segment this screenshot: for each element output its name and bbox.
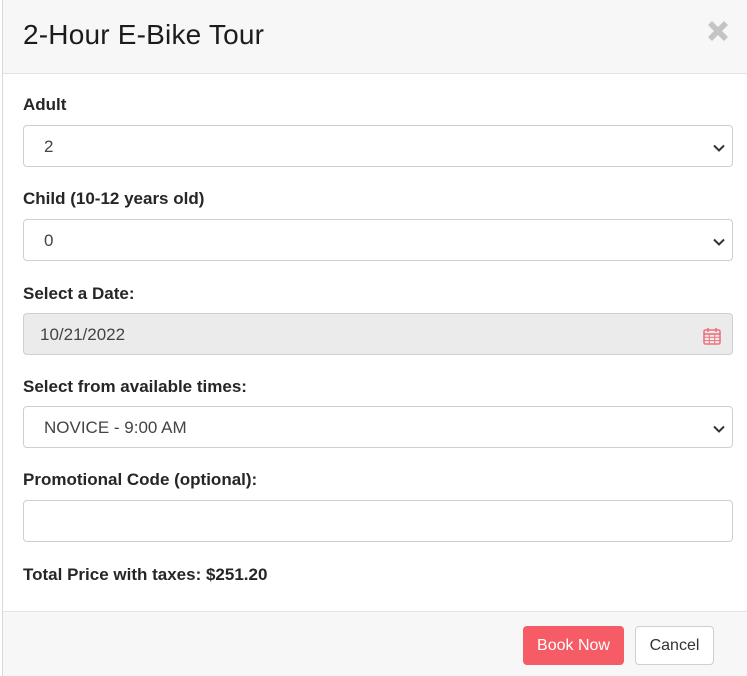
chevron-down-icon: [713, 238, 725, 246]
child-label: Child (10-12 years old): [23, 189, 205, 208]
chevron-down-icon: [713, 144, 725, 152]
date-field[interactable]: 10/21/2022: [23, 313, 733, 355]
close-icon: [708, 21, 728, 41]
close-button[interactable]: [703, 16, 733, 46]
adult-label: Adult: [23, 95, 67, 114]
date-label: Select a Date:: [23, 284, 135, 303]
promo-code-input[interactable]: [23, 500, 733, 542]
date-field-value: 10/21/2022: [40, 325, 126, 344]
time-select[interactable]: NOVICE - 9:00 AM: [23, 406, 733, 448]
total-price: Total Price with taxes: $251.20: [23, 565, 268, 584]
time-label: Select from available times:: [23, 377, 247, 396]
promo-label: Promotional Code (optional):: [23, 470, 258, 489]
child-select-value: 0: [44, 231, 54, 250]
child-select[interactable]: 0: [23, 219, 733, 261]
book-now-button[interactable]: Book Now: [523, 626, 624, 665]
chevron-down-icon: [713, 425, 725, 433]
adult-select[interactable]: 2: [23, 125, 733, 167]
booking-modal: 2-Hour E-Bike Tour Adult 2 Child (10-12 …: [2, 0, 747, 676]
modal-footer: Book Now Cancel: [3, 611, 747, 676]
modal-header: 2-Hour E-Bike Tour: [3, 0, 747, 74]
calendar-icon[interactable]: [702, 326, 722, 346]
adult-select-value: 2: [44, 137, 54, 156]
time-select-value: NOVICE - 9:00 AM: [44, 418, 187, 437]
modal-title: 2-Hour E-Bike Tour: [23, 19, 265, 50]
cancel-button[interactable]: Cancel: [635, 626, 714, 665]
